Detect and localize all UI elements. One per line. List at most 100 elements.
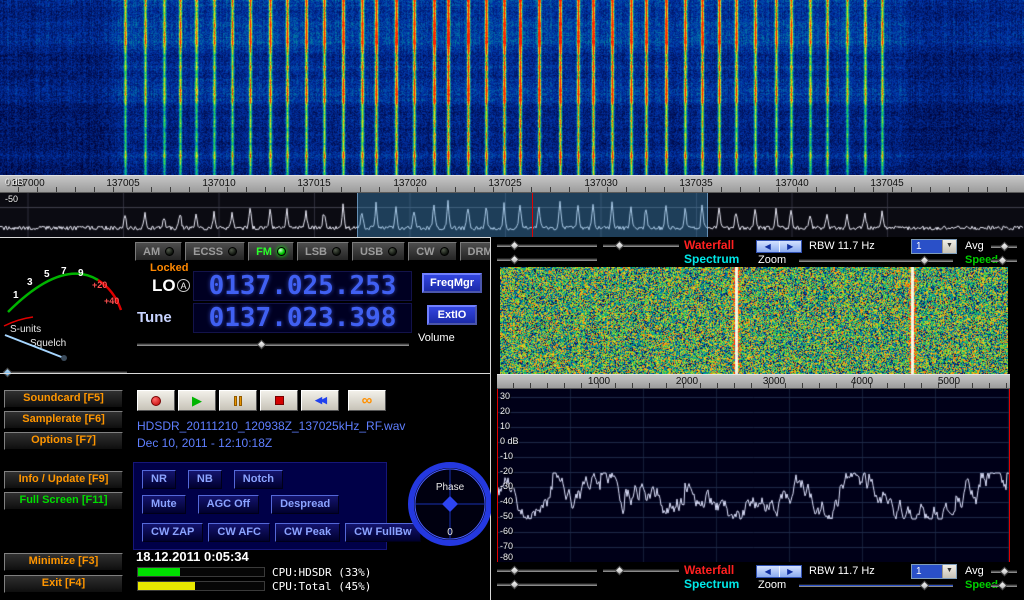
- waterfall-label[interactable]: Waterfall: [684, 239, 734, 252]
- lo-frequency-display[interactable]: 0137.025.253: [193, 271, 412, 301]
- slider-thumb[interactable]: [510, 241, 520, 251]
- waterfall-brightness-slider[interactable]: [497, 241, 597, 250]
- minimize-button[interactable]: Minimize [F3]: [4, 553, 123, 571]
- mode-led: [440, 247, 449, 256]
- spectrum-label[interactable]: Spectrum: [684, 578, 739, 591]
- zoom-slider[interactable]: [799, 581, 953, 590]
- slider-thumb[interactable]: [510, 566, 520, 576]
- slider-thumb[interactable]: [920, 581, 930, 591]
- smeter-units-label: S-units: [10, 324, 41, 335]
- play-button[interactable]: ▶: [178, 390, 216, 411]
- hz-tick-label: 2000: [667, 376, 707, 387]
- record-button[interactable]: [137, 390, 175, 411]
- mode-button-usb[interactable]: USB: [352, 242, 405, 261]
- spectrum-offset-slider[interactable]: [497, 580, 597, 589]
- slider-thumb[interactable]: [614, 241, 624, 251]
- agc-button[interactable]: AGC Off: [198, 495, 259, 514]
- waterfall-label[interactable]: Waterfall: [684, 564, 734, 577]
- scroll-left-arrow[interactable]: ◀: [757, 241, 779, 252]
- waterfall-contrast-slider[interactable]: [603, 566, 679, 575]
- extio-button[interactable]: ExtIO: [427, 305, 477, 325]
- rewind-button[interactable]: ◀◀: [301, 390, 339, 411]
- slider-thumb[interactable]: [614, 566, 624, 576]
- samplerate-button[interactable]: Samplerate [F6]: [4, 411, 123, 429]
- slider-thumb[interactable]: [510, 255, 520, 265]
- slider-thumb[interactable]: [257, 340, 267, 350]
- rx-frequency-scale[interactable]: 1000 2000 3000 4000 5000: [497, 374, 1010, 389]
- spectrum-label[interactable]: Spectrum: [684, 253, 739, 266]
- mode-button-am[interactable]: AM: [135, 242, 182, 261]
- slider-thumb[interactable]: [1000, 242, 1010, 252]
- mode-button-cw[interactable]: CW: [408, 242, 456, 261]
- zoom-label: Zoom: [758, 579, 786, 592]
- avg-count-select[interactable]: 1 ▼: [911, 239, 957, 254]
- slider-thumb[interactable]: [920, 256, 930, 266]
- pause-icon: [239, 396, 242, 406]
- scroll-left-arrow[interactable]: ◀: [757, 566, 779, 577]
- cw-peak-button[interactable]: CW Peak: [275, 523, 340, 542]
- combo-dropdown-arrow[interactable]: ▼: [942, 240, 956, 253]
- tune-marker[interactable]: [532, 193, 533, 237]
- waterfall-contrast-slider[interactable]: [603, 241, 679, 250]
- slider-thumb[interactable]: [1000, 567, 1010, 577]
- nb-button[interactable]: NB: [188, 470, 222, 489]
- waterfall-brightness-slider[interactable]: [497, 566, 597, 575]
- main-waterfall-display[interactable]: [0, 0, 1024, 175]
- options-button[interactable]: Options [F7]: [4, 432, 123, 450]
- avg-slider[interactable]: [991, 567, 1017, 576]
- spectrum-offset-slider[interactable]: [497, 255, 597, 264]
- mode-label: USB: [360, 246, 383, 258]
- pause-button[interactable]: [219, 390, 257, 411]
- db-tick-label: 10: [500, 421, 510, 431]
- despread-button[interactable]: Despread: [271, 495, 339, 514]
- rx-waterfall-display[interactable]: [500, 267, 1008, 374]
- db-tick-label: -10: [500, 451, 513, 461]
- playback-controls: ▶ ◀◀ ∞: [137, 390, 386, 411]
- rewind-icon: ◀◀: [315, 395, 325, 406]
- soundcard-button[interactable]: Soundcard [F5]: [4, 390, 123, 408]
- lo-a-badge[interactable]: A: [177, 279, 190, 292]
- main-frequency-scale[interactable]: 137000 137005 137010 137015 137020 13702…: [0, 175, 1024, 193]
- db-scale-label: 0 dB: [5, 177, 24, 187]
- slider-thumb[interactable]: [997, 581, 1007, 591]
- cw-afc-button[interactable]: CW AFC: [208, 523, 270, 542]
- nr-button[interactable]: NR: [142, 470, 176, 489]
- stop-button[interactable]: [260, 390, 298, 411]
- speed-slider[interactable]: [991, 256, 1017, 265]
- combo-dropdown-arrow[interactable]: ▼: [942, 565, 956, 578]
- mode-label: AM: [143, 246, 160, 258]
- frequency-tick-label: 137040: [768, 178, 816, 189]
- avg-count-select[interactable]: 1 ▼: [911, 564, 957, 579]
- notch-button[interactable]: Notch: [234, 470, 283, 489]
- exit-button[interactable]: Exit [F4]: [4, 575, 123, 593]
- cw-zap-button[interactable]: CW ZAP: [142, 523, 203, 542]
- avg-slider[interactable]: [991, 242, 1017, 251]
- cpu-total-fill: [138, 582, 195, 590]
- mode-led: [388, 247, 397, 256]
- freqmgr-button[interactable]: FreqMgr: [422, 273, 482, 293]
- info-update-button[interactable]: Info / Update [F9]: [4, 471, 123, 489]
- smeter-tick: 7: [61, 266, 67, 277]
- waterfall-scroll-control[interactable]: ◀ ▶: [756, 240, 802, 253]
- mode-button-lsb[interactable]: LSB: [297, 242, 349, 261]
- rx-spectrum-display[interactable]: [497, 389, 1010, 562]
- fullscreen-button[interactable]: Full Screen [F11]: [4, 492, 123, 510]
- scroll-right-arrow[interactable]: ▶: [779, 566, 802, 577]
- slider-track: [137, 343, 409, 346]
- tune-frequency-display[interactable]: 0137.023.398: [193, 303, 412, 333]
- slider-thumb[interactable]: [997, 256, 1007, 266]
- volume-slider[interactable]: [137, 340, 409, 349]
- loop-button[interactable]: ∞: [348, 390, 386, 411]
- horizontal-separator: [0, 373, 490, 374]
- mode-button-ecss[interactable]: ECSS: [185, 242, 245, 261]
- speed-slider[interactable]: [991, 581, 1017, 590]
- zoom-slider[interactable]: [799, 256, 953, 265]
- mute-button[interactable]: Mute: [142, 495, 186, 514]
- mode-button-fm[interactable]: FM: [248, 242, 294, 261]
- smeter-tick: 9: [78, 268, 84, 279]
- waterfall-scroll-control[interactable]: ◀ ▶: [756, 565, 802, 578]
- scroll-right-arrow[interactable]: ▶: [779, 241, 802, 252]
- s-meter: 1 3 5 7 9 +20 +40 S-units Squelch: [0, 240, 132, 366]
- slider-thumb[interactable]: [510, 580, 520, 590]
- db-tick-label: -40: [500, 496, 513, 506]
